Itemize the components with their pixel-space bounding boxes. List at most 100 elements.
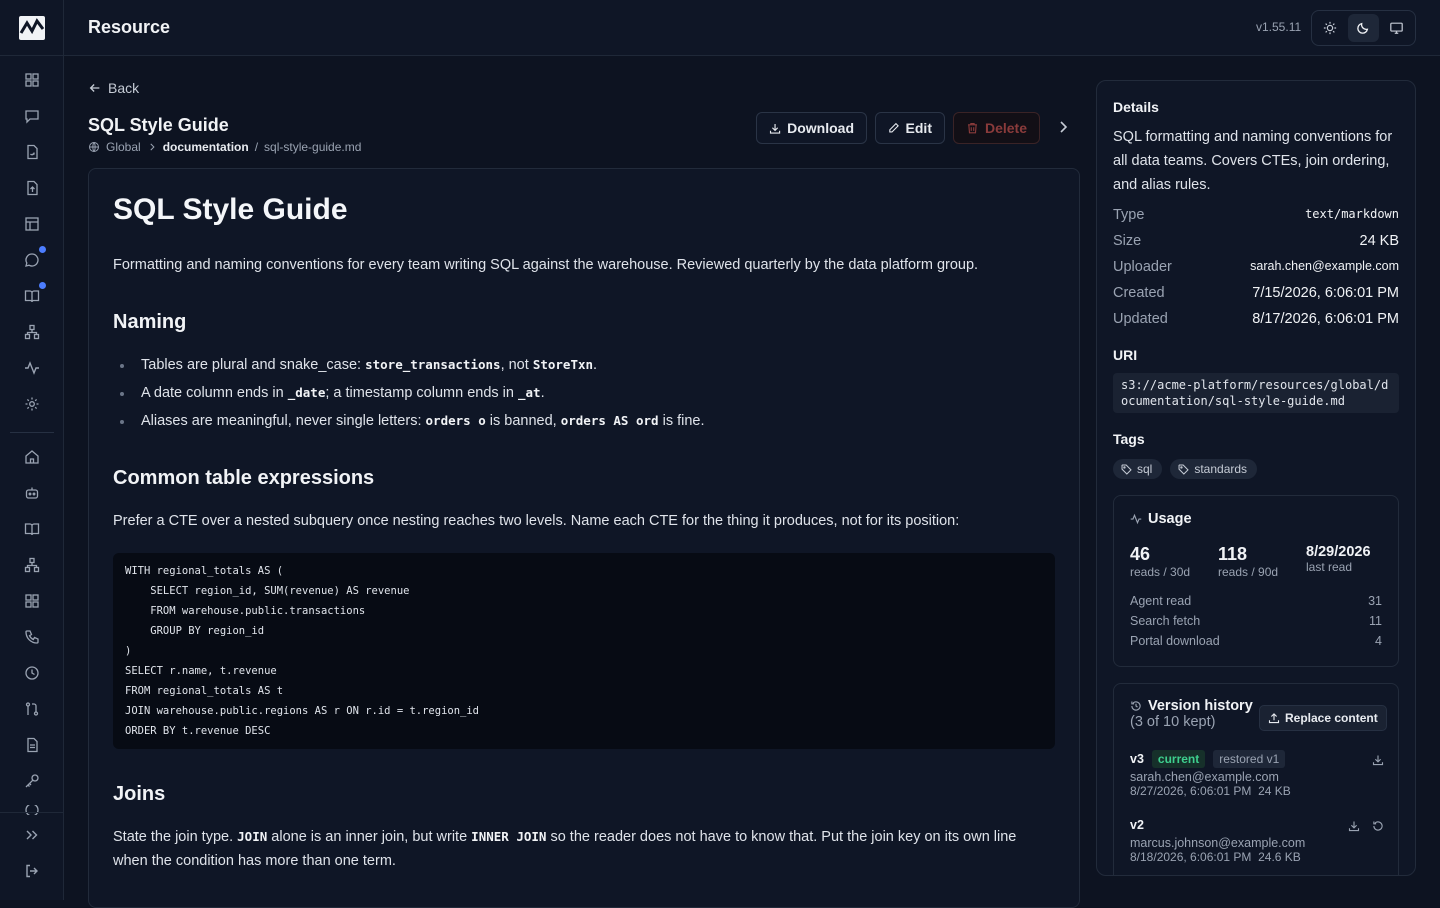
hierarchy-icon[interactable]	[20, 320, 44, 344]
logo-icon	[18, 16, 45, 40]
replace-content-button[interactable]: Replace content	[1259, 705, 1387, 731]
detail-row-size: Size 24 KB	[1113, 233, 1399, 249]
back-label: Back	[108, 80, 140, 96]
page-title: SQL Style Guide	[88, 115, 229, 135]
tag-icon	[1178, 464, 1190, 475]
delete-button[interactable]: Delete	[953, 112, 1040, 144]
file-upload-icon[interactable]	[20, 176, 44, 200]
clock-icon[interactable]	[20, 661, 44, 685]
uri-value[interactable]: s3://acme-platform/resources/global/docu…	[1113, 373, 1399, 413]
code-line: SELECT region_id, SUM(revenue) AS revenu…	[125, 585, 410, 597]
notification-dot	[39, 246, 46, 253]
back-link[interactable]: Back	[88, 80, 139, 96]
dark-theme-button[interactable]	[1348, 14, 1379, 42]
version-item: v2 marcus.johnson@example.com 8/18/2026,…	[1130, 818, 1384, 864]
tag-list: sql standards	[1113, 459, 1258, 479]
top-bar: Resource v1.55.11	[0, 0, 1440, 56]
expand-sidebar-icon[interactable]	[20, 823, 44, 847]
edit-label: Edit	[905, 120, 932, 136]
trash-icon	[968, 122, 977, 134]
apps-icon[interactable]	[20, 589, 44, 613]
chevron-right-icon	[1060, 121, 1068, 133]
activity-icon	[1130, 513, 1142, 525]
cte-heading: Common table expressions	[113, 467, 375, 489]
list-item: Aliases are meaningful, never single let…	[113, 409, 705, 437]
naming-list: Tables are plural and snake_case: store_…	[113, 353, 705, 437]
version-count: (3 of 10 kept)	[1130, 714, 1216, 730]
phone-icon[interactable]	[20, 625, 44, 649]
dashboard-icon[interactable]	[20, 68, 44, 92]
theme-switcher	[1311, 10, 1416, 46]
usage-stat: 8/29/2026 last read	[1306, 544, 1371, 574]
app-logo[interactable]	[0, 0, 64, 56]
monitor-icon	[1390, 22, 1404, 34]
activity-icon[interactable]	[20, 356, 44, 380]
document-heading: SQL Style Guide	[113, 193, 348, 226]
sun-icon	[1324, 21, 1337, 35]
chat-icon[interactable]	[20, 104, 44, 128]
details-panel: Details SQL formatting and naming conven…	[1096, 80, 1416, 876]
breadcrumb-separator: /	[254, 140, 259, 154]
restore-version-icon[interactable]	[1372, 820, 1384, 832]
cte-paragraph: Prefer a CTE over a nested subquery once…	[113, 513, 960, 529]
network-icon[interactable]	[20, 553, 44, 577]
document-viewer: SQL Style Guide Formatting and naming co…	[88, 168, 1080, 908]
version-label: v1.55.11	[1256, 20, 1302, 34]
chevron-right-icon	[150, 143, 155, 151]
usage-breakdown-row: Search fetch 11	[1130, 614, 1382, 628]
file-sync-icon[interactable]	[20, 140, 44, 164]
tag-icon	[1121, 464, 1132, 475]
library-icon[interactable]	[20, 517, 44, 541]
messages-icon[interactable]	[20, 246, 46, 272]
code-line: FROM regional_totals AS t	[125, 685, 284, 697]
detail-row-uploader: Uploader sarah.chen@example.com	[1113, 259, 1399, 275]
git-compare-icon[interactable]	[20, 697, 44, 721]
edit-button[interactable]: Edit	[875, 112, 945, 144]
joins-heading: Joins	[113, 783, 166, 805]
usage-title: Usage	[1130, 511, 1192, 527]
upload-icon	[1268, 713, 1280, 724]
detail-row-updated: Updated 8/17/2026, 6:06:01 PM	[1113, 311, 1399, 327]
tag-chip[interactable]: sql	[1113, 459, 1163, 479]
code-line: ORDER BY t.revenue DESC	[125, 725, 271, 737]
sidebar	[0, 56, 64, 900]
history-icon	[1131, 701, 1141, 711]
document-icon[interactable]	[20, 733, 44, 757]
code-line: SELECT r.name, t.revenue	[125, 665, 277, 677]
settings-icon[interactable]	[20, 392, 44, 416]
version-history-title: Version history	[1130, 698, 1253, 714]
delete-label: Delete	[984, 120, 1027, 136]
usage-card: Usage 46 reads / 30d 118 reads / 90d 8/29/…	[1113, 495, 1399, 667]
tag-chip[interactable]: standards	[1170, 459, 1258, 479]
uri-heading: URI	[1113, 347, 1138, 363]
logout-icon[interactable]	[20, 859, 44, 883]
bot-icon[interactable]	[20, 481, 44, 505]
list-item: Tables are plural and snake_case: store_…	[113, 353, 705, 381]
moon-icon	[1357, 22, 1369, 34]
code-line: FROM warehouse.public.transactions	[125, 605, 366, 617]
pencil-icon	[889, 122, 899, 133]
download-label: Download	[787, 120, 854, 136]
breadcrumb-folder[interactable]: documentation	[163, 140, 249, 154]
table-icon[interactable]	[20, 212, 44, 236]
code-line: )	[125, 645, 132, 657]
usage-stat: 46 reads / 30d	[1130, 544, 1191, 579]
system-theme-button[interactable]	[1382, 14, 1412, 42]
joins-paragraph: State the join type. JOIN alone is an in…	[113, 829, 1017, 869]
list-item: A date column ends in _date; a timestamp…	[113, 381, 705, 409]
naming-heading: Naming	[113, 311, 187, 333]
version-history-card: Version history (3 of 10 kept) Replace c…	[1113, 683, 1399, 875]
code-line: WITH regional_totals AS (	[125, 565, 284, 577]
app-title: Resource	[88, 17, 171, 37]
tags-heading: Tags	[1113, 431, 1145, 447]
breadcrumb-scope[interactable]: Global	[106, 140, 141, 154]
breadcrumb: Global documentation / sql-style-guide.m…	[88, 140, 361, 154]
toggle-details-button[interactable]	[1055, 119, 1071, 140]
light-theme-button[interactable]	[1315, 14, 1345, 42]
download-version-icon[interactable]	[1372, 754, 1384, 766]
key-icon[interactable]	[20, 769, 44, 793]
download-version-icon[interactable]	[1348, 820, 1360, 832]
home-icon[interactable]	[20, 445, 44, 469]
download-button[interactable]: Download	[756, 112, 867, 144]
book-open-icon[interactable]	[20, 282, 46, 308]
